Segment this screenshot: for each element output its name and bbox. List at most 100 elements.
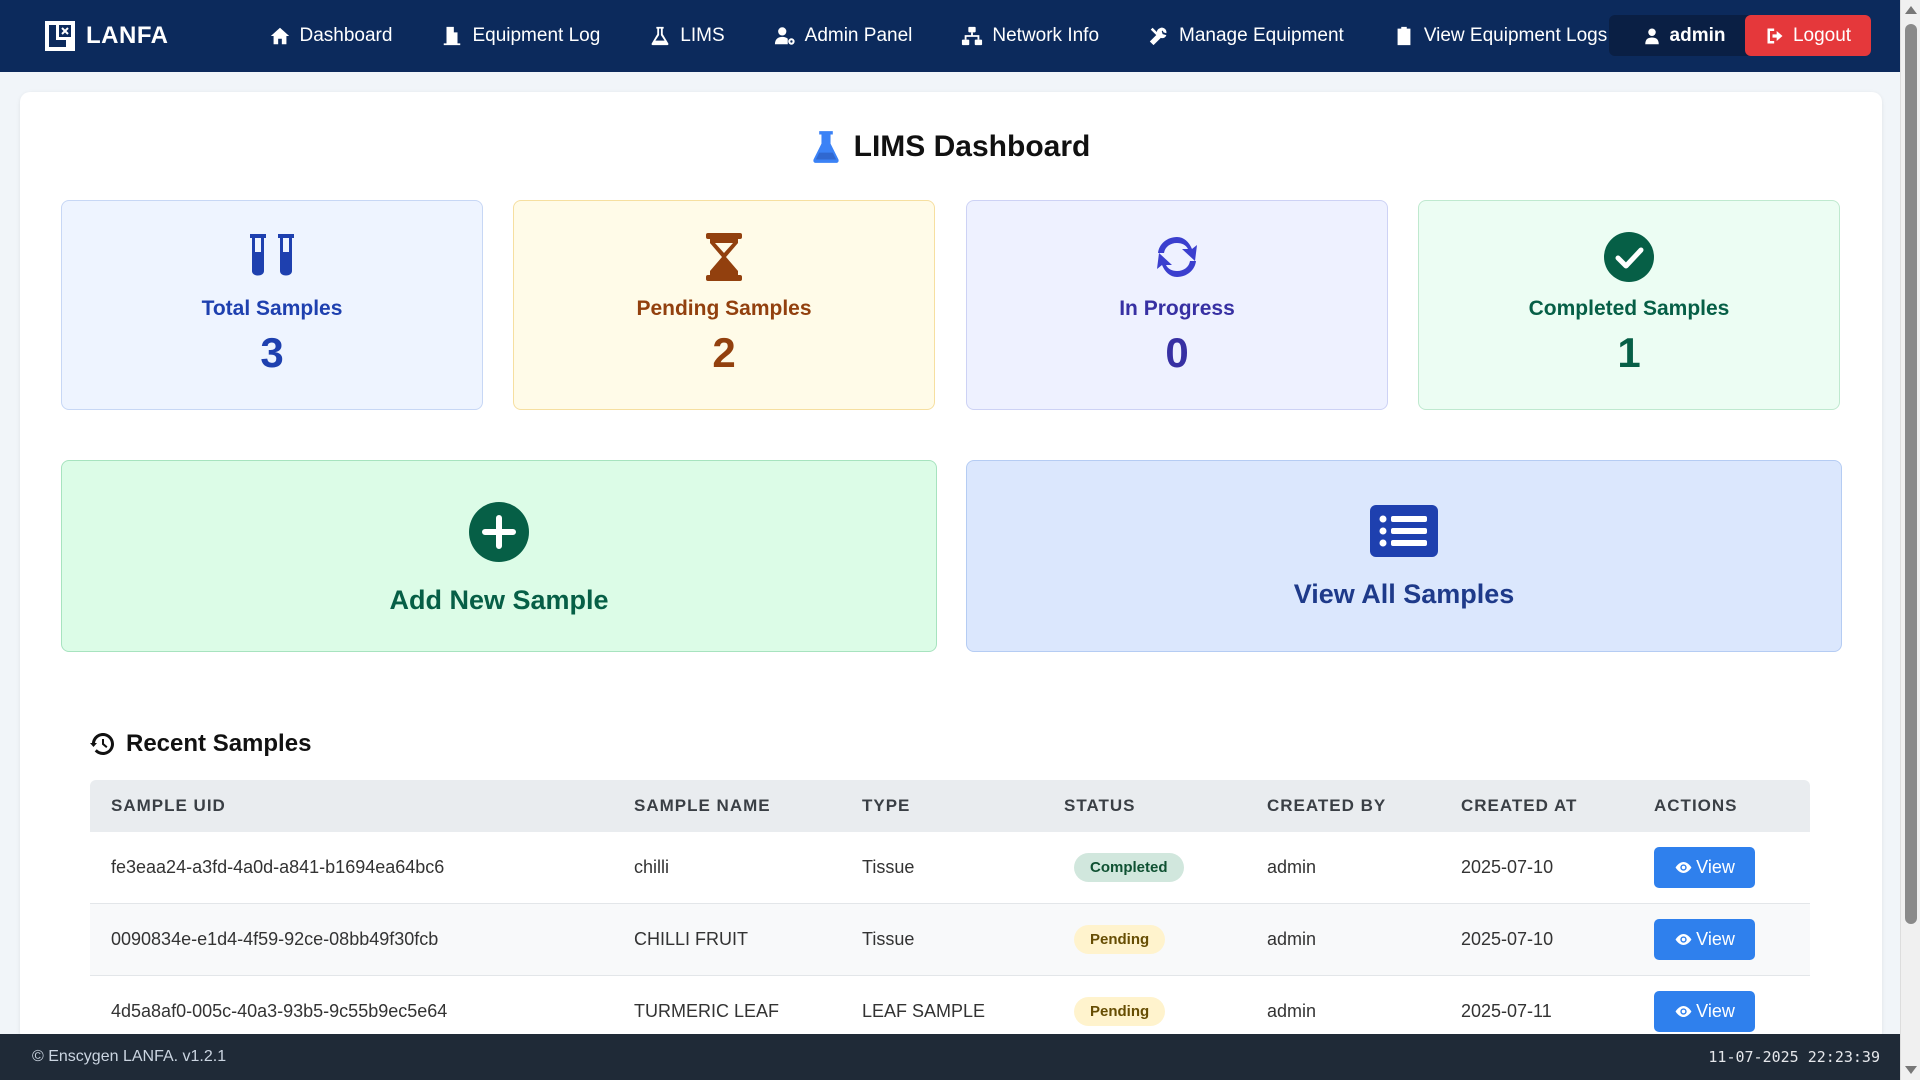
sample-name: CHILLI FRUIT [634, 929, 749, 949]
table-header: SAMPLE UID SAMPLE NAME TYPE STATUS CREAT… [90, 780, 1810, 832]
stat-card-in-progress: In Progress 0 [966, 200, 1388, 410]
sync-icon [1157, 237, 1197, 277]
column-header[interactable]: SAMPLE NAME [634, 796, 771, 816]
dashboard-card: LIMS Dashboard Total Samples 3 Pending S… [20, 92, 1882, 1042]
eye-icon [1675, 861, 1692, 874]
status-badge: Pending [1074, 925, 1166, 954]
column-header[interactable]: CREATED BY [1267, 796, 1386, 816]
nav-lims[interactable]: LIMS [649, 25, 725, 47]
status-badge: Completed [1074, 853, 1184, 882]
user-name: admin [1669, 24, 1726, 46]
status-badge: Pending [1074, 997, 1166, 1026]
page-title-text: LIMS Dashboard [853, 130, 1091, 163]
page-title: LIMS Dashboard [20, 130, 1882, 164]
created-at: 2025-07-11 [1461, 1001, 1552, 1021]
lanfa-logo-icon [45, 21, 75, 51]
page-scrollbar[interactable] [1900, 0, 1920, 1080]
main-nav: Dashboard Equipment Log LIMS Admin Panel… [269, 25, 1657, 47]
history-icon [90, 733, 114, 755]
eye-icon [1675, 1005, 1692, 1018]
scroll-down-arrow-icon[interactable] [1905, 1066, 1917, 1074]
column-header: ACTIONS [1654, 796, 1738, 815]
sample-type: Tissue [862, 929, 915, 949]
view-sample-button[interactable]: View [1654, 919, 1755, 960]
list-icon [1370, 505, 1438, 557]
column-header[interactable]: SAMPLE UID [111, 796, 226, 816]
stat-value: 1 [1617, 329, 1641, 376]
nav-manage-equipment[interactable]: Manage Equipment [1148, 25, 1344, 47]
nav-admin-panel-label: Admin Panel [804, 25, 913, 46]
stat-value: 3 [260, 329, 284, 376]
sample-name: chilli [634, 857, 670, 877]
stat-label: Pending Samples [636, 297, 812, 320]
hourglass-icon [706, 233, 742, 281]
created-by: admin [1267, 1001, 1317, 1021]
logout-icon [1767, 28, 1783, 43]
stat-label: Completed Samples [1528, 297, 1730, 320]
nav-manage-equipment-label: Manage Equipment [1179, 25, 1344, 46]
nav-lims-label: LIMS [680, 25, 725, 46]
clipboard-icon [1397, 26, 1411, 46]
column-header[interactable]: CREATED AT [1461, 796, 1577, 816]
nav-dashboard[interactable]: Dashboard [269, 25, 393, 47]
column-header[interactable]: STATUS [1064, 796, 1135, 816]
user-icon [1644, 28, 1659, 44]
stat-label: Total Samples [201, 297, 343, 320]
table-row: 0090834e-e1d4-4f59-92ce-08bb49f30fcb CHI… [90, 904, 1810, 976]
table-row: fe3eaa24-a3fd-4a0d-a841-b1694ea64bc6 chi… [90, 832, 1810, 904]
flask-icon [651, 26, 669, 46]
footer-copyright: © Enscygen LANFA. v1.2.1 [32, 1048, 227, 1065]
nav-admin-panel[interactable]: Admin Panel [774, 25, 913, 47]
view-button-label: View [1696, 1001, 1735, 1021]
view-sample-button[interactable]: View [1654, 991, 1755, 1032]
nav-equipment-log-label: Equipment Log [472, 25, 601, 46]
network-icon [962, 26, 983, 46]
stat-card-pending-samples: Pending Samples 2 [513, 200, 935, 410]
sample-type: Tissue [862, 857, 915, 877]
add-new-sample-label: Add New Sample [389, 585, 609, 615]
test-tubes-icon [250, 234, 294, 276]
log-icon [444, 26, 461, 46]
nav-equipment-log[interactable]: Equipment Log [441, 25, 600, 47]
scroll-up-arrow-icon[interactable] [1905, 6, 1917, 14]
flask-icon [813, 131, 839, 163]
nav-network-info[interactable]: Network Info [961, 25, 1099, 47]
created-at: 2025-07-10 [1461, 857, 1554, 877]
sample-uid: 4d5a8af0-005c-40a3-93b5-9c55b9ec5e64 [111, 1001, 448, 1021]
view-button-label: View [1696, 929, 1735, 949]
nav-dashboard-label: Dashboard [299, 25, 393, 46]
eye-icon [1675, 933, 1692, 946]
column-header[interactable]: TYPE [862, 796, 910, 816]
tools-icon [1149, 27, 1167, 46]
sample-uid: 0090834e-e1d4-4f59-92ce-08bb49f30fcb [111, 929, 439, 949]
nav-network-info-label: Network Info [992, 25, 1100, 46]
stat-card-total-samples: Total Samples 3 [61, 200, 483, 410]
add-new-sample-button[interactable]: Add New Sample [61, 460, 937, 652]
logout-label: Logout [1792, 24, 1852, 46]
nav-view-equipment-logs[interactable]: View Equipment Logs [1393, 25, 1607, 47]
user-menu-button[interactable]: admin [1609, 15, 1759, 56]
stat-value: 2 [712, 329, 736, 376]
logout-button[interactable]: Logout [1745, 15, 1871, 56]
created-by: admin [1267, 857, 1317, 877]
footer: © Enscygen LANFA. v1.2.1 11-07-2025 22:2… [0, 1034, 1900, 1080]
stat-card-completed-samples: Completed Samples 1 [1418, 200, 1840, 410]
view-all-samples-button[interactable]: View All Samples [966, 460, 1842, 652]
created-by: admin [1267, 929, 1317, 949]
sample-name: TURMERIC LEAF [634, 1001, 780, 1021]
home-icon [270, 27, 289, 45]
stat-label: In Progress [1119, 297, 1235, 320]
sample-type: LEAF SAMPLE [862, 1001, 986, 1021]
stat-value: 0 [1165, 329, 1189, 376]
scrollbar-thumb[interactable] [1905, 24, 1917, 924]
nav-view-equipment-logs-label: View Equipment Logs [1423, 25, 1608, 46]
recent-samples-table: SAMPLE UID SAMPLE NAME TYPE STATUS CREAT… [90, 780, 1810, 1042]
view-sample-button[interactable]: View [1654, 847, 1755, 888]
brand[interactable]: LANFA [44, 20, 169, 52]
view-all-samples-label: View All Samples [1293, 579, 1515, 609]
table-row: 4d5a8af0-005c-40a3-93b5-9c55b9ec5e64 TUR… [90, 976, 1810, 1042]
recent-samples-heading: Recent Samples [90, 730, 311, 758]
view-button-label: View [1696, 857, 1735, 877]
brand-name: LANFA [86, 22, 169, 49]
check-circle-icon [1604, 232, 1654, 282]
